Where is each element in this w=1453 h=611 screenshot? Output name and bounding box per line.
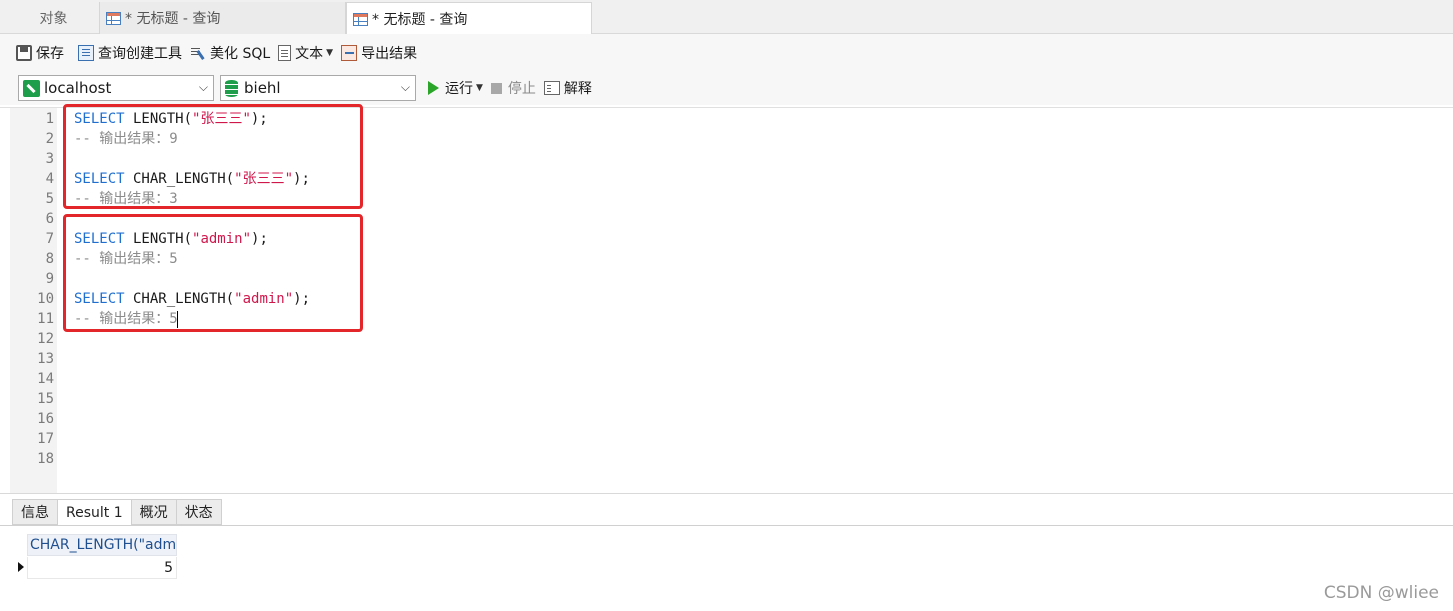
query-builder-button[interactable]: 查询创建工具: [78, 43, 182, 63]
query-builder-label: 查询创建工具: [98, 45, 182, 62]
line-number: 10: [37, 291, 54, 307]
explain-label: 解释: [563, 81, 592, 97]
tab-objects[interactable]: 对象: [8, 2, 100, 34]
text-document-icon: [278, 44, 292, 61]
explain-icon: [543, 81, 560, 95]
line-number: 1: [45, 111, 54, 127]
database-select[interactable]: biehl ⌵: [220, 75, 416, 101]
line-number: 15: [37, 391, 54, 407]
tab-query-2-label: * 无标题 - 查询: [372, 12, 468, 28]
results-panel: 信息 Result 1 概况 状态 CHAR_LENGTH("adm 5 CSD…: [0, 493, 1453, 611]
line-number: 8: [45, 251, 54, 267]
editor-toolbar: 保存 查询创建工具 美化 SQL 文本 ▼ 导出结果: [0, 34, 1453, 71]
text-mode-label: 文本: [295, 45, 324, 62]
line-number: 7: [45, 231, 54, 247]
database-value: biehl: [244, 79, 281, 97]
result-cell[interactable]: 5: [27, 557, 177, 579]
tab-bar: 对象 * 无标题 - 查询 * 无标题 - 查询: [0, 0, 1453, 35]
save-label: 保存: [36, 45, 64, 62]
query-builder-icon: [78, 44, 94, 61]
line-number: 5: [45, 191, 54, 207]
stop-icon: [490, 82, 502, 94]
tab-status[interactable]: 状态: [175, 499, 222, 525]
save-button[interactable]: 保存: [16, 43, 64, 63]
connection-host-value: localhost: [44, 79, 112, 97]
chevron-down-icon: ⌵: [198, 80, 208, 94]
highlight-box-admin: [63, 214, 363, 332]
chevron-down-icon: ⌵: [400, 80, 410, 94]
explain-button[interactable]: 解释: [543, 78, 592, 98]
tab-info[interactable]: 信息: [12, 499, 57, 525]
tab-query-1[interactable]: * 无标题 - 查询: [100, 2, 346, 34]
database-icon: [225, 79, 238, 97]
result-column-header[interactable]: CHAR_LENGTH("adm: [27, 534, 177, 556]
highlight-box-chinese: [63, 104, 363, 209]
watermark: CSDN @wliee: [1323, 583, 1439, 603]
stop-label: 停止: [507, 81, 536, 97]
export-icon: [341, 44, 358, 61]
stop-button[interactable]: 停止: [490, 78, 536, 98]
line-number: 13: [37, 351, 54, 367]
beautify-sql-label: 美化 SQL: [210, 45, 271, 62]
sql-editor[interactable]: 1 2 3 4 5 6 7 8 9 10 11 12 13 14 15 16 1…: [0, 104, 1453, 494]
line-number: 2: [45, 131, 54, 147]
export-results-label: 导出结果: [361, 45, 418, 62]
tab-query-1-label: * 无标题 - 查询: [125, 11, 221, 27]
run-button[interactable]: 运行 ▼: [422, 78, 483, 98]
tab-query-2-active[interactable]: * 无标题 - 查询: [346, 2, 592, 35]
results-tabs: 信息 Result 1 概况 状态: [12, 499, 222, 526]
tab-objects-label: 对象: [39, 11, 68, 27]
connection-bar: localhost ⌵ biehl ⌵ 运行 ▼ 停止 解释: [0, 71, 1453, 105]
query-table-icon: [106, 11, 121, 25]
line-number-gutter: 1 2 3 4 5 6 7 8 9 10 11 12 13 14 15 16 1…: [10, 108, 57, 494]
current-row-arrow-icon: [18, 562, 24, 572]
save-icon: [16, 44, 32, 61]
line-number: 4: [45, 171, 54, 187]
chevron-down-icon[interactable]: ▼: [326, 48, 333, 58]
line-number: 11: [37, 311, 54, 327]
run-label: 运行: [445, 81, 473, 97]
beautify-icon: [190, 45, 206, 61]
play-icon: [428, 81, 439, 95]
line-number: 3: [45, 151, 54, 167]
line-number: 16: [37, 411, 54, 427]
query-table-icon: [353, 12, 368, 26]
line-number: 9: [45, 271, 54, 287]
line-number: 18: [37, 451, 54, 467]
line-number: 6: [45, 211, 54, 227]
line-number: 12: [37, 331, 54, 347]
export-results-button[interactable]: 导出结果: [341, 43, 417, 63]
connection-icon: [23, 79, 40, 97]
divider: [0, 525, 1453, 526]
text-mode-button[interactable]: 文本 ▼: [278, 43, 333, 63]
beautify-sql-button[interactable]: 美化 SQL: [190, 43, 270, 63]
chevron-down-icon[interactable]: ▼: [476, 83, 483, 93]
line-number: 17: [37, 431, 54, 447]
connection-select[interactable]: localhost ⌵: [18, 75, 214, 101]
tab-result-1[interactable]: Result 1: [57, 499, 131, 526]
tab-profile[interactable]: 概况: [130, 499, 176, 525]
line-number: 14: [37, 371, 54, 387]
